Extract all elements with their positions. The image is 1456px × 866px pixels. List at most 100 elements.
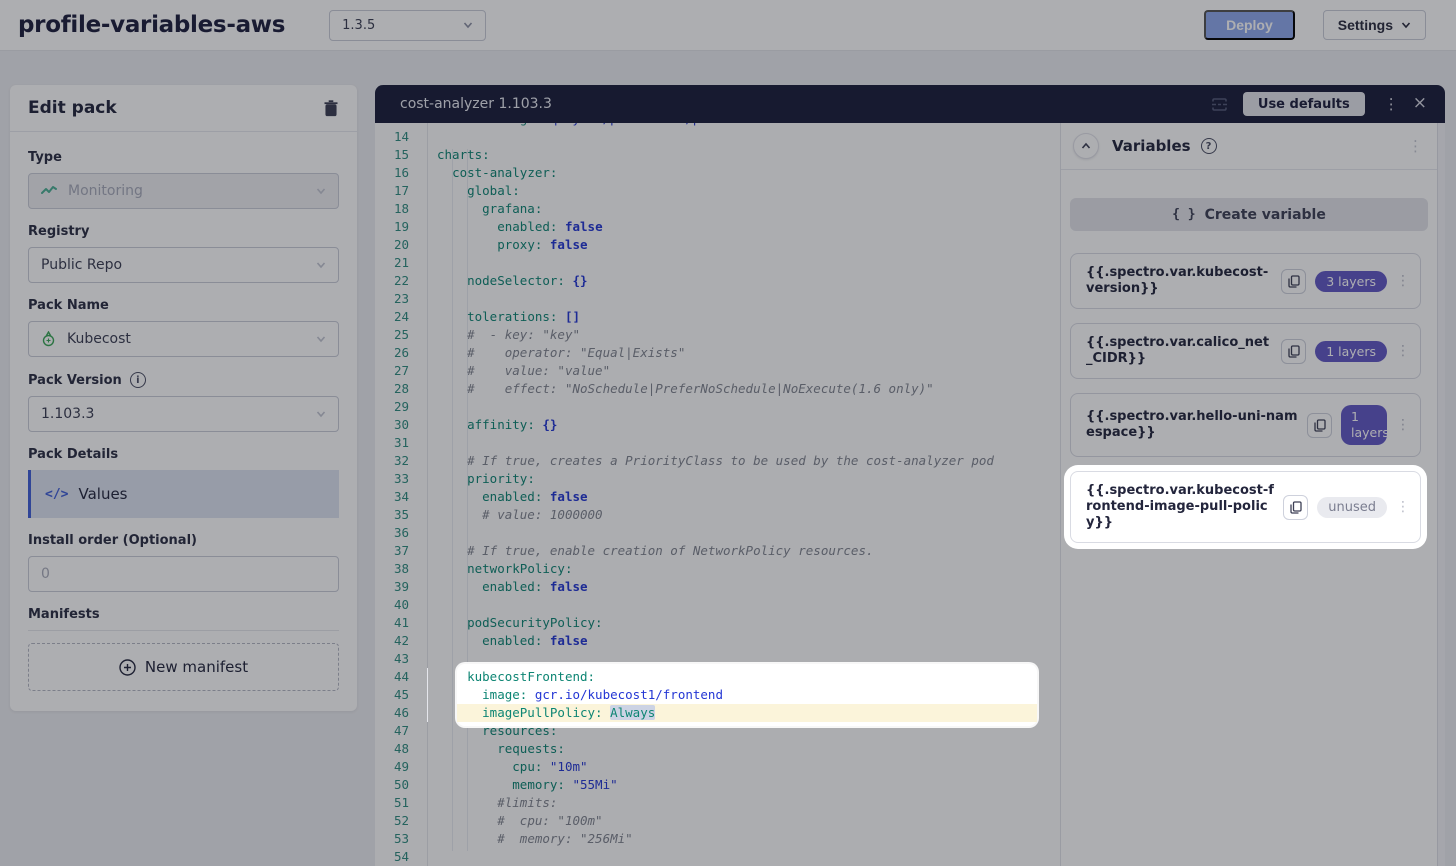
code-line: 37 # If true, enable creation of Network… (375, 542, 1060, 560)
copy-variable-button[interactable] (1281, 339, 1306, 364)
code-line: 31 (375, 434, 1060, 452)
line-number: 38 (375, 560, 409, 578)
variable-usage-badge: 1 layers (1341, 405, 1387, 445)
plus-circle-icon (119, 659, 136, 676)
profile-version-value: 1.3.5 (342, 18, 375, 33)
line-number: 46 (375, 704, 409, 722)
type-value: Monitoring (68, 183, 143, 199)
chevron-down-icon (463, 20, 473, 30)
code-text: proxy: false (427, 236, 588, 254)
help-icon[interactable]: ? (1201, 138, 1217, 154)
code-line: 41 podSecurityPolicy: (375, 614, 1060, 632)
yaml-code-editor[interactable]: 13 image: quay.io/prometheus/prometheus:… (375, 123, 1060, 866)
code-line: 48 requests: (375, 740, 1060, 758)
variable-name: {{.spectro.var.kubecost-version}} (1086, 265, 1281, 297)
code-text (427, 848, 437, 866)
variable-menu-kebab-icon[interactable]: ⋮ (1396, 273, 1410, 289)
code-text: # cpu: "100m" (427, 812, 603, 830)
line-number: 34 (375, 488, 409, 506)
code-line: 27 # value: "value" (375, 362, 1060, 380)
new-manifest-label: New manifest (145, 658, 248, 676)
code-text (427, 596, 437, 614)
line-number: 52 (375, 812, 409, 830)
pack-name-select[interactable]: Kubecost (28, 321, 339, 357)
code-text: memory: "55Mi" (427, 776, 618, 794)
new-manifest-button[interactable]: New manifest (28, 643, 339, 691)
variables-panel: Variables ? ⋮ { } Create variable {{.spe… (1060, 123, 1437, 866)
editor-menu-kebab-icon[interactable]: ⋮ (1380, 95, 1403, 113)
line-number: 33 (375, 470, 409, 488)
profile-version-select[interactable]: 1.3.5 (329, 10, 486, 41)
line-number: 53 (375, 830, 409, 848)
code-line: 17 global: (375, 182, 1060, 200)
code-line: 52 # cpu: "100m" (375, 812, 1060, 830)
code-line: 26 # operator: "Equal|Exists" (375, 344, 1060, 362)
line-number: 48 (375, 740, 409, 758)
code-line: 23 (375, 290, 1060, 308)
pack-details-values-item[interactable]: </> Values (28, 470, 339, 518)
line-number: 42 (375, 632, 409, 650)
code-text: # value: "value" (427, 362, 610, 380)
code-line: 22 nodeSelector: {} (375, 272, 1060, 290)
line-number: 14 (375, 128, 409, 146)
variable-item[interactable]: {{.spectro.var.hello-uni-namespace}} 1 l… (1070, 393, 1421, 457)
variable-usage-badge: 1 layers (1315, 341, 1387, 362)
code-text: cpu: "10m" (427, 758, 588, 776)
copy-icon (1314, 419, 1326, 432)
code-text: image: gcr.io/kubecost1/frontend (427, 686, 723, 704)
code-text: # - key: "key" (427, 326, 580, 344)
line-number: 32 (375, 452, 409, 470)
collapse-panel-button[interactable] (1073, 133, 1099, 159)
variable-item[interactable]: {{.spectro.var.calico_net_CIDR}} 1 layer… (1070, 323, 1421, 379)
copy-variable-button[interactable] (1281, 269, 1306, 294)
code-line: 54 (375, 848, 1060, 866)
code-line: 28 # effect: "NoSchedule|PreferNoSchedul… (375, 380, 1060, 398)
registry-label: Registry (28, 224, 339, 239)
copy-variable-button[interactable] (1283, 495, 1308, 520)
variables-menu-kebab-icon[interactable]: ⋮ (1408, 137, 1423, 155)
variable-usage-badge: 3 layers (1315, 271, 1387, 292)
pack-name-value: Kubecost (67, 331, 131, 347)
variable-menu-kebab-icon[interactable]: ⋮ (1396, 499, 1410, 515)
braces-icon: { } (1172, 207, 1195, 222)
code-text: enabled: false (427, 578, 588, 596)
panel-scrollbar[interactable] (1437, 123, 1445, 866)
manifests-label: Manifests (28, 607, 339, 622)
edit-pack-form: Type Monitoring Registry Public Repo Pac… (10, 132, 357, 711)
line-number: 30 (375, 416, 409, 434)
code-text: grafana: (427, 200, 542, 218)
line-number: 44 (375, 668, 409, 686)
code-text: requests: (427, 740, 565, 758)
use-defaults-button[interactable]: Use defaults (1243, 92, 1365, 116)
deploy-button[interactable]: Deploy (1204, 10, 1295, 40)
code-line: 51 #limits: (375, 794, 1060, 812)
registry-select[interactable]: Public Repo (28, 247, 339, 283)
variable-item[interactable]: {{.spectro.var.kubecost-version}} 3 laye… (1070, 253, 1421, 309)
line-number: 51 (375, 794, 409, 812)
code-line: 53 # memory: "256Mi" (375, 830, 1060, 848)
editor-close-icon[interactable]: × (1403, 93, 1429, 115)
info-icon[interactable]: i (130, 372, 146, 388)
code-line: 25 # - key: "key" (375, 326, 1060, 344)
line-number: 22 (375, 272, 409, 290)
type-select[interactable]: Monitoring (28, 173, 339, 209)
delete-pack-button[interactable] (323, 100, 339, 117)
variable-menu-kebab-icon[interactable]: ⋮ (1396, 417, 1410, 433)
code-text: enabled: false (427, 488, 588, 506)
code-text: cost-analyzer: (427, 164, 557, 182)
copy-variable-button[interactable] (1307, 413, 1332, 438)
pack-version-select[interactable]: 1.103.3 (28, 396, 339, 432)
code-line: 32 # If true, creates a PriorityClass to… (375, 452, 1060, 470)
code-text: # memory: "256Mi" (427, 830, 633, 848)
compare-values-button[interactable] (1211, 97, 1228, 112)
settings-button[interactable]: Settings (1323, 10, 1426, 40)
line-number: 54 (375, 848, 409, 866)
code-text: nodeSelector: {} (427, 272, 588, 290)
code-text: podSecurityPolicy: (427, 614, 603, 632)
install-order-input[interactable] (28, 556, 339, 592)
variable-item[interactable]: {{.spectro.var.kubecost-frontend-image-p… (1070, 471, 1421, 543)
variable-menu-kebab-icon[interactable]: ⋮ (1396, 343, 1410, 359)
create-variable-button[interactable]: { } Create variable (1070, 198, 1428, 231)
chevron-down-icon (316, 334, 326, 344)
code-text (427, 128, 437, 146)
